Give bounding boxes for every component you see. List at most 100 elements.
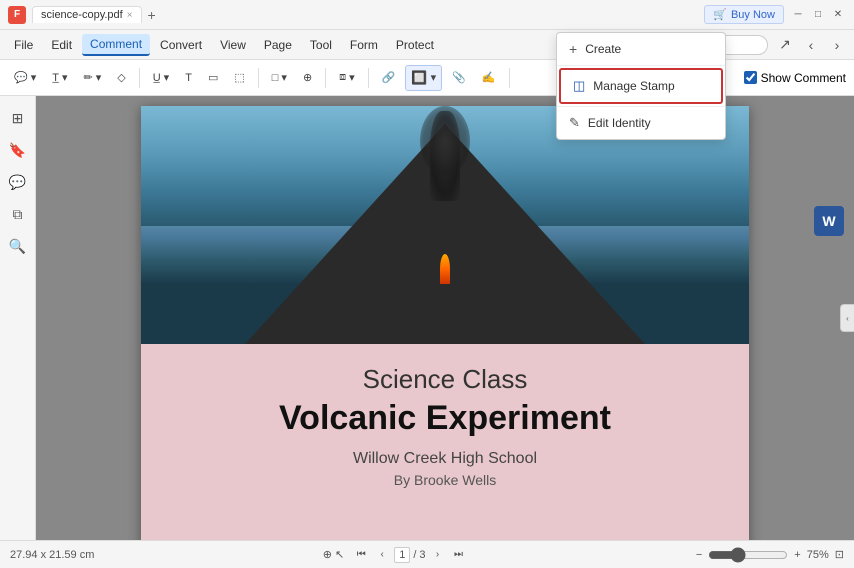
dropdown-arrow6: ▾ [349, 71, 355, 84]
menu-comment[interactable]: Comment [82, 34, 150, 56]
titlebar: F science-copy.pdf × + 🛒 Buy Now ─ □ ✕ [0, 0, 854, 30]
edit-identity-label: Edit Identity [588, 116, 651, 130]
menu-protect[interactable]: Protect [388, 35, 442, 55]
text-markup-dropdown[interactable]: T̲ ▾ [46, 65, 73, 91]
fit-page-button[interactable]: ⊡ [835, 548, 844, 561]
next-page-button[interactable]: › [429, 546, 447, 564]
back-button[interactable]: ‹ [800, 34, 822, 56]
left-sidebar: ⊞ 🔖 💬 ⧉ 🔍 [0, 96, 36, 540]
sidebar-search-button[interactable]: 🔍 [4, 232, 32, 260]
sidebar-pages-button[interactable]: ⊞ [4, 104, 32, 132]
text-box-button[interactable]: ⬚ [228, 65, 250, 91]
app-logo: F [8, 6, 26, 24]
cart-icon: 🛒 [713, 8, 727, 21]
measure-button[interactable]: ⊕ [297, 65, 318, 91]
show-comment-label: Show Comment [761, 71, 846, 85]
win-minimize-button[interactable]: ─ [790, 7, 806, 23]
dropdown-divider [557, 65, 725, 66]
last-page-button[interactable]: ⏭ [450, 546, 468, 564]
buy-now-button[interactable]: 🛒 Buy Now [704, 5, 784, 24]
separator1 [139, 68, 140, 88]
buy-now-label: Buy Now [731, 9, 775, 21]
show-comment-checkbox[interactable] [744, 71, 757, 84]
zoom-slider[interactable] [708, 547, 788, 563]
dropdown-arrow: ▾ [31, 71, 37, 84]
edit-identity-item[interactable]: ✎ Edit Identity [557, 107, 725, 139]
browser-tab[interactable]: science-copy.pdf × [32, 6, 142, 23]
area-icon: ⧈ [339, 71, 346, 84]
page-dimensions: 27.94 x 21.59 cm [10, 549, 94, 561]
pdf-volcano-image [141, 106, 749, 344]
pdf-title-small: Science Class [161, 364, 729, 395]
separator3 [325, 68, 326, 88]
callout-button[interactable]: ▭ [202, 65, 224, 91]
statusbar: 27.94 x 21.59 cm ⊕ ↖ ⏮ ‹ 1 / 3 › ⏭ − + 7… [0, 540, 854, 568]
menu-view[interactable]: View [212, 35, 254, 55]
text-markup-icon: T̲ [52, 72, 59, 84]
dropdown-arrow4: ▾ [164, 71, 170, 84]
manage-stamp-icon: ◫ [573, 78, 585, 94]
new-tab-button[interactable]: + [142, 5, 162, 25]
create-stamp-item[interactable]: + Create [557, 33, 725, 65]
page-separator: / [413, 549, 416, 561]
stamp-dropdown-arrow: ▾ [431, 71, 437, 84]
signature-button[interactable]: ✍ [476, 65, 502, 91]
eraser-button[interactable]: ◇ [111, 65, 131, 91]
sidebar-comments-button[interactable]: 💬 [4, 168, 32, 196]
link-button[interactable]: 🔗 [376, 65, 402, 91]
word-document-badge: W [814, 206, 844, 236]
pdf-author: By Brooke Wells [161, 472, 729, 488]
stamp-icon: 🔲 [411, 70, 427, 86]
first-page-button[interactable]: ⏮ [352, 546, 370, 564]
manage-stamp-item[interactable]: ◫ Manage Stamp [559, 68, 723, 104]
menu-edit[interactable]: Edit [43, 35, 80, 55]
tab-close-button[interactable]: × [127, 10, 133, 21]
shape-dropdown[interactable]: □ ▾ [266, 65, 293, 91]
separator5 [509, 68, 510, 88]
prev-page-button[interactable]: ‹ [373, 546, 391, 564]
main-content: Science Class Volcanic Experiment Willow… [36, 96, 854, 540]
menu-file[interactable]: File [6, 35, 41, 55]
stamp-dropdown-btn[interactable]: 🔲 ▾ [405, 65, 442, 91]
pdf-pink-section: Science Class Volcanic Experiment Willow… [141, 344, 749, 540]
underline-dropdown[interactable]: U̲ ▾ [147, 65, 175, 91]
menu-page[interactable]: Page [256, 35, 300, 55]
pdf-subtitle: Willow Creek High School [161, 450, 729, 468]
measure-icon: ⊕ [303, 71, 312, 84]
sticky-note-dropdown[interactable]: 💬 ▾ [8, 65, 42, 91]
separator2 [258, 68, 259, 88]
create-icon: + [569, 41, 577, 57]
menu-form[interactable]: Form [342, 35, 386, 55]
sticky-note-icon: 💬 [14, 71, 28, 84]
pointer-icon: ↖ [335, 548, 344, 561]
text-box-icon: ⬚ [234, 71, 244, 84]
text-button[interactable]: T [179, 65, 198, 91]
pen-icon: ✏ [84, 71, 93, 84]
callout-icon: ▭ [208, 71, 218, 84]
right-sidebar-toggle[interactable]: ‹ [840, 304, 854, 332]
separator4 [368, 68, 369, 88]
sidebar-bookmarks-button[interactable]: 🔖 [4, 136, 32, 164]
menu-convert[interactable]: Convert [152, 35, 210, 55]
tab-filename: science-copy.pdf [41, 9, 123, 21]
zoom-in-button[interactable]: + [794, 549, 800, 561]
attach-icon: 📎 [452, 71, 466, 84]
forward-button[interactable]: › [826, 34, 848, 56]
text-icon: T [185, 72, 192, 84]
zoom-out-button[interactable]: − [696, 549, 702, 561]
share-button[interactable]: ↗ [774, 34, 796, 56]
titlebar-right: 🛒 Buy Now ─ □ ✕ [704, 5, 846, 24]
area-dropdown[interactable]: ⧈ ▾ [333, 65, 361, 91]
current-page-number[interactable]: 1 [394, 547, 410, 563]
menu-action-buttons: ↗ ‹ › [774, 34, 848, 56]
menu-tool[interactable]: Tool [302, 35, 340, 55]
win-maximize-button[interactable]: □ [810, 7, 826, 23]
drawing-dropdown[interactable]: ✏ ▾ [78, 65, 108, 91]
show-comment-area: Show Comment [744, 71, 846, 85]
win-close-button[interactable]: ✕ [830, 7, 846, 23]
shape-icon: □ [272, 72, 279, 84]
cursor-icon: ⊕ [323, 548, 332, 561]
manage-stamp-label: Manage Stamp [593, 79, 674, 93]
sidebar-layers-button[interactable]: ⧉ [4, 200, 32, 228]
attach-button[interactable]: 📎 [446, 65, 472, 91]
